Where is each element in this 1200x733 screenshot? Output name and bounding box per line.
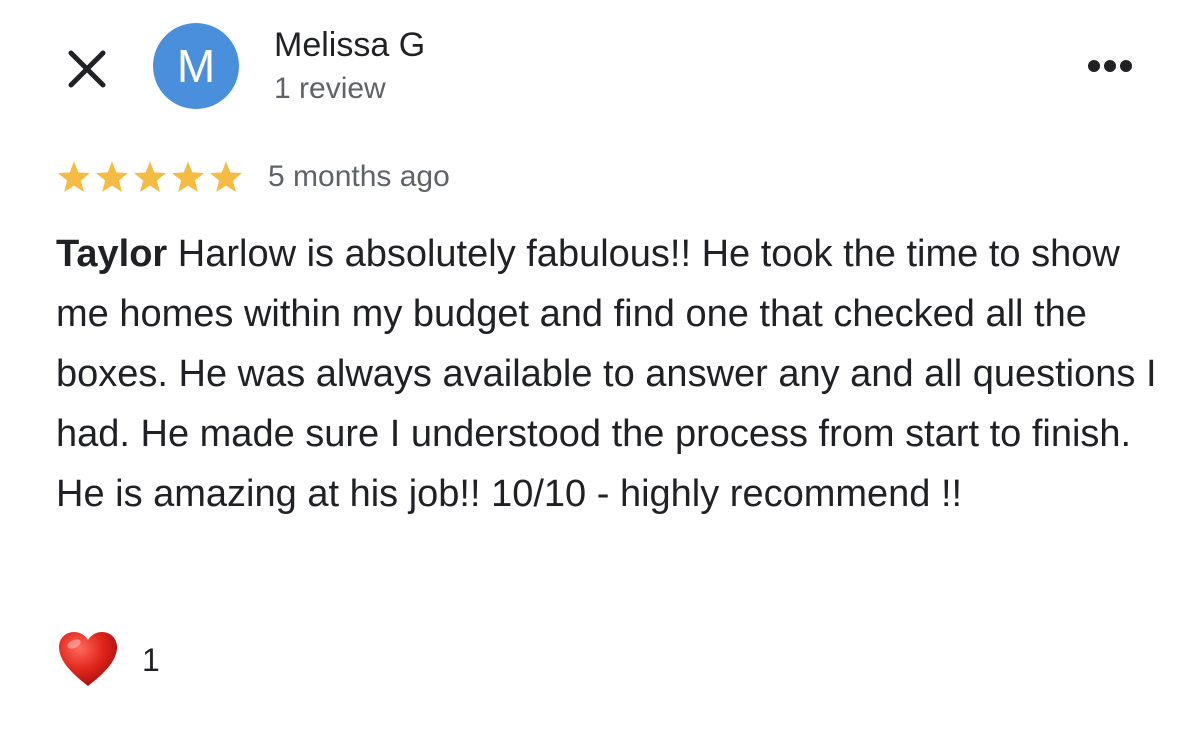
heart-icon [59, 632, 117, 686]
star-rating [56, 159, 244, 195]
review-time: 5 months ago [268, 160, 450, 193]
review-text-body: Harlow is absolutely fabulous!! He took … [56, 233, 1157, 515]
star-icon [96, 161, 128, 192]
rating-row: 5 months ago [56, 152, 450, 202]
reviewer-review-count: 1 review [274, 72, 386, 105]
review-text: Taylor Harlow is absolutely fabulous!! H… [56, 224, 1166, 524]
review-text-lead: Taylor [56, 233, 168, 275]
avatar[interactable]: M [153, 23, 239, 109]
reaction-count: 1 [142, 641, 160, 678]
reaction-button[interactable]: 1 [56, 630, 160, 690]
close-button[interactable] [62, 44, 112, 94]
more-options-button[interactable] [1080, 52, 1140, 80]
more-options-icon [1088, 60, 1132, 72]
star-icon [172, 161, 204, 192]
star-icon [210, 161, 242, 192]
close-icon [68, 50, 106, 88]
reviewer-name[interactable]: Melissa G [274, 25, 425, 65]
star-icon [134, 161, 166, 192]
star-icon [58, 161, 90, 192]
